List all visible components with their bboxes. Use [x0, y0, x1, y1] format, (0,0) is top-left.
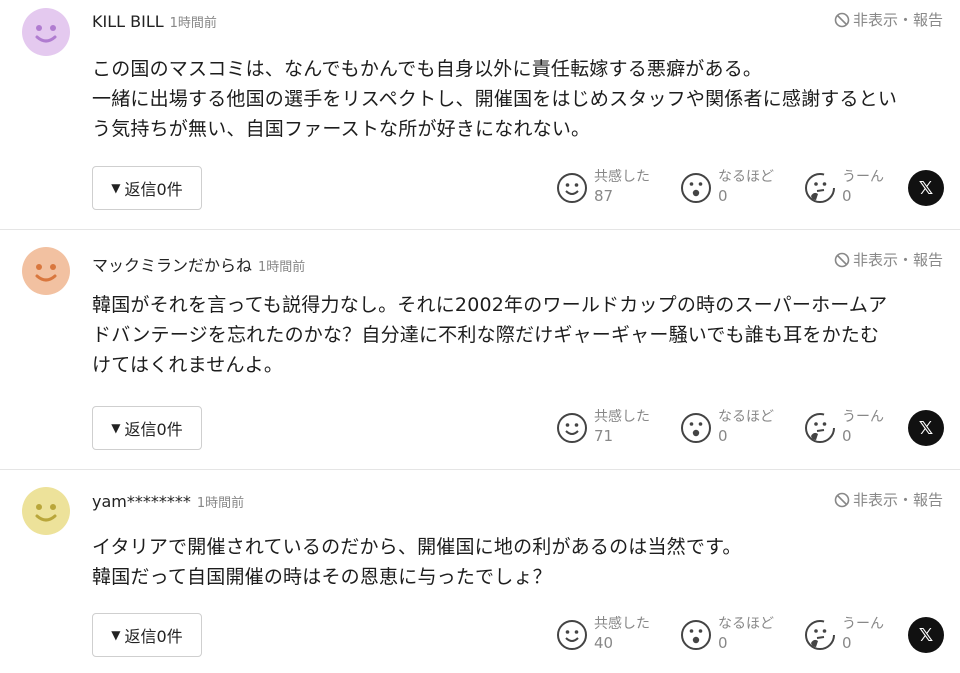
smile-icon — [557, 173, 587, 203]
reply-label: 返信0件 — [124, 627, 183, 646]
reaction-count: 0 — [842, 187, 852, 205]
reaction-label: うーん — [842, 616, 884, 632]
reply-label: 返信0件 — [124, 180, 183, 199]
comment-body: イタリアで開催されているのだから、開催国に地の利があるのは当然です。 韓国だって… — [92, 532, 946, 592]
author-name[interactable]: マックミランだからね — [92, 252, 252, 276]
reaction-count: 40 — [594, 634, 614, 652]
ban-icon — [834, 492, 850, 507]
reaction-insight-button[interactable]: なるほど 0 — [680, 168, 804, 206]
reaction-count: 0 — [718, 634, 728, 652]
timestamp: 1時間前 — [196, 496, 245, 511]
reaction-label: なるほど — [718, 409, 774, 425]
reaction-insight-button[interactable]: なるほど 0 — [680, 615, 804, 653]
share-x-button[interactable]: 𝕏 — [908, 410, 944, 446]
smile-icon — [557, 413, 587, 443]
comment-line: 韓国がそれを言っても説得力なし。それに2002年のワールドカップの時のスーパーホ… — [92, 294, 888, 316]
reply-toggle-button[interactable]: ▼ 返信0件 — [92, 613, 202, 657]
comment-line: けてはくれませんよ。 — [92, 354, 284, 376]
avatar[interactable] — [22, 487, 70, 535]
report-label: 非表示・報告 — [852, 491, 943, 509]
reaction-bar: 共感した 40 なるほど 0 うーん 0 — [556, 615, 928, 653]
reaction-label: うーん — [842, 409, 884, 425]
comment: yam******** 1時間前 非表示・報告 イタリアで開催されているのだから… — [0, 470, 960, 673]
reaction-bar: 共感した 71 なるほど 0 うーん 0 — [556, 408, 928, 446]
comment-line: 一緒に出場する他国の選手をリスペクトし、開催国をはじめスタッフや関係者に感謝する… — [92, 88, 898, 110]
comment: マックミランだからね 1時間前 非表示・報告 韓国がそれを言っても説得力なし。そ… — [0, 230, 960, 470]
comment-line: う気持ちが無い、自国ファーストな所が好きになれない。 — [92, 118, 591, 140]
reaction-label: 共感した — [594, 169, 650, 185]
surprised-icon — [681, 173, 711, 203]
comment: KILL BILL 1時間前 非表示・報告 この国のマスコミは、なんでもかんでも… — [0, 0, 960, 230]
x-logo-icon: 𝕏 — [918, 624, 934, 646]
reaction-label: うーん — [842, 169, 884, 185]
comment-line: 韓国だって自国開催の時はその恩恵に与ったでしょ？ — [92, 566, 552, 588]
thinking-icon — [805, 413, 835, 443]
comment-line: イタリアで開催されているのだから、開催国に地の利があるのは当然です。 — [92, 536, 742, 558]
comment-header: yam******** 1時間前 — [92, 492, 244, 511]
comment-header: マックミランだからね 1時間前 — [92, 252, 305, 276]
author-name[interactable]: KILL BILL — [92, 12, 164, 31]
reaction-count: 71 — [594, 427, 614, 445]
reaction-bar: 共感した 87 なるほど 0 うーん 0 — [556, 168, 928, 206]
ban-icon — [834, 252, 850, 267]
reaction-count: 87 — [594, 187, 614, 205]
report-label: 非表示・報告 — [852, 251, 943, 269]
hide-report-link[interactable]: 非表示・報告 — [834, 489, 943, 510]
share-x-button[interactable]: 𝕏 — [908, 170, 944, 206]
reaction-count: 0 — [842, 634, 852, 652]
reaction-insight-button[interactable]: なるほど 0 — [680, 408, 804, 446]
smile-icon — [557, 620, 587, 650]
reaction-count: 0 — [718, 187, 728, 205]
reaction-empathy-button[interactable]: 共感した 40 — [556, 615, 680, 653]
triangle-down-icon: ▼ — [111, 628, 121, 642]
ban-icon — [834, 12, 850, 27]
comment-header: KILL BILL 1時間前 — [92, 12, 217, 31]
comment-body: この国のマスコミは、なんでもかんでも自身以外に責任転嫁する悪癖がある。 一緒に出… — [92, 54, 946, 144]
hide-report-link[interactable]: 非表示・報告 — [834, 9, 943, 30]
report-label: 非表示・報告 — [852, 11, 943, 29]
hide-report-link[interactable]: 非表示・報告 — [834, 249, 943, 270]
reaction-label: なるほど — [718, 169, 774, 185]
reaction-label: 共感した — [594, 616, 650, 632]
share-x-button[interactable]: 𝕏 — [908, 617, 944, 653]
reply-label: 返信0件 — [124, 420, 183, 439]
surprised-icon — [681, 413, 711, 443]
reply-toggle-button[interactable]: ▼ 返信0件 — [92, 166, 202, 210]
reaction-label: なるほど — [718, 616, 774, 632]
surprised-icon — [681, 620, 711, 650]
timestamp: 1時間前 — [169, 16, 217, 31]
x-logo-icon: 𝕏 — [918, 417, 934, 439]
triangle-down-icon: ▼ — [111, 421, 121, 435]
triangle-down-icon: ▼ — [111, 181, 121, 195]
x-logo-icon: 𝕏 — [918, 177, 934, 199]
thinking-icon — [805, 620, 835, 650]
reaction-empathy-button[interactable]: 共感した 71 — [556, 408, 680, 446]
reaction-empathy-button[interactable]: 共感した 87 — [556, 168, 680, 206]
reaction-count: 0 — [718, 427, 728, 445]
comment-body: 韓国がそれを言っても説得力なし。それに2002年のワールドカップの時のスーパーホ… — [92, 290, 946, 380]
avatar[interactable] — [22, 247, 70, 295]
reaction-count: 0 — [842, 427, 852, 445]
author-name[interactable]: yam******** — [92, 492, 191, 511]
timestamp: 1時間前 — [258, 260, 306, 275]
comment-line: ドバンテージを忘れたのかな？自分達に不利な際だけギャーギャー騒いでも誰も耳をかた… — [92, 324, 880, 346]
reaction-label: 共感した — [594, 409, 650, 425]
reply-toggle-button[interactable]: ▼ 返信0件 — [92, 406, 202, 450]
avatar[interactable] — [22, 8, 70, 56]
thinking-icon — [805, 173, 835, 203]
comment-line: この国のマスコミは、なんでもかんでも自身以外に責任転嫁する悪癖がある。 — [92, 58, 763, 80]
